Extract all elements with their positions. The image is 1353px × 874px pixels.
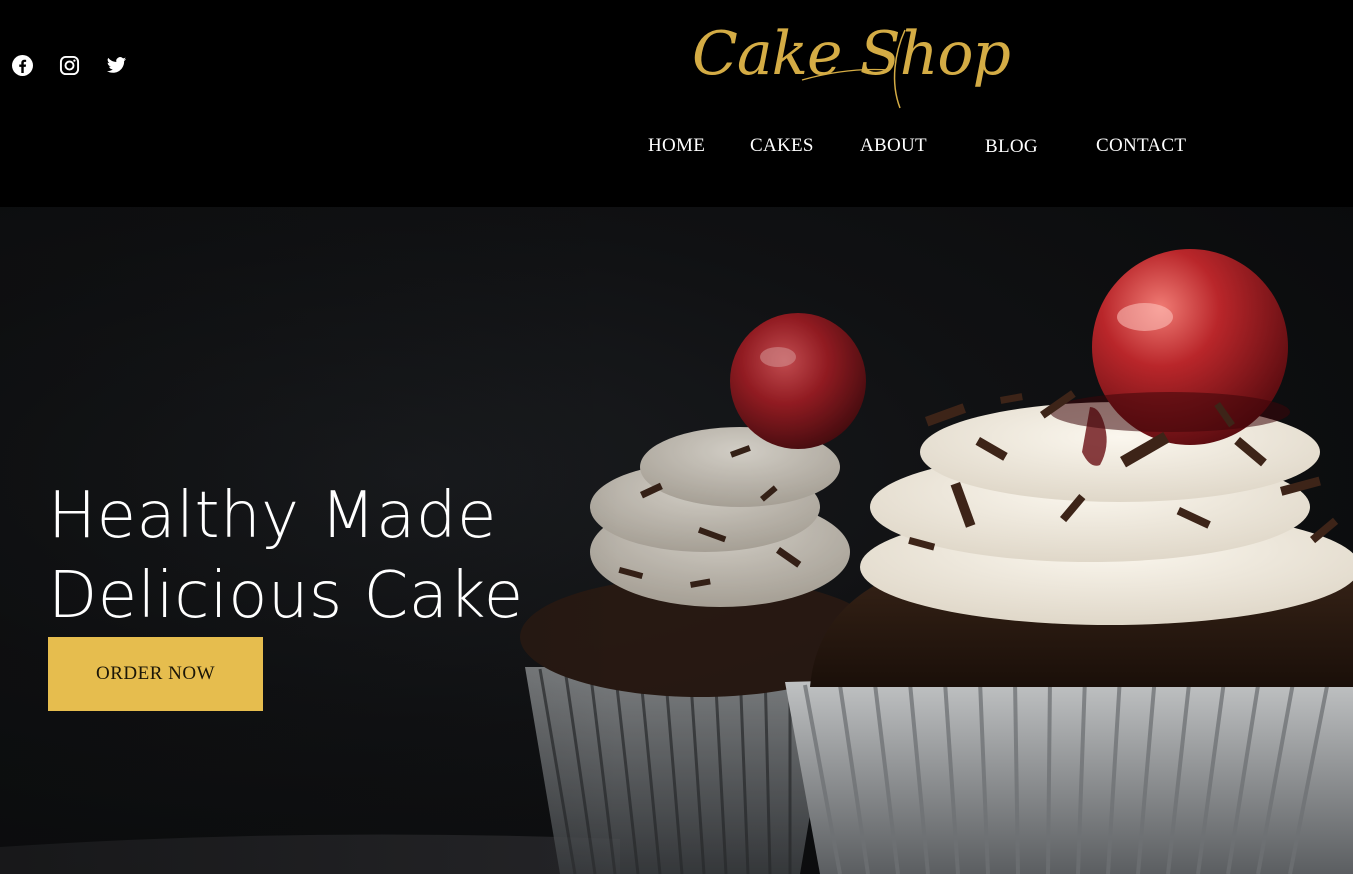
nav-cakes[interactable]: CAKES: [750, 135, 814, 157]
main-nav: HOME CAKES ABOUT BLOG CONTACT: [0, 135, 1353, 159]
hero-title-line2: Delicious Cake: [48, 558, 524, 633]
order-now-button[interactable]: ORDER NOW: [48, 637, 263, 711]
social-links: [12, 55, 127, 76]
nav-home[interactable]: HOME: [648, 135, 705, 157]
nav-about[interactable]: ABOUT: [860, 135, 927, 157]
instagram-icon[interactable]: [59, 55, 80, 76]
site-logo[interactable]: Cake Shop: [690, 12, 1011, 112]
site-header: Cake Shop HOME CAKES ABOUT BLOG CONTACT: [0, 0, 1353, 207]
logo-text: Cake Shop: [692, 19, 1011, 89]
hero-title-line1: Healthy Made: [48, 478, 497, 553]
nav-contact[interactable]: CONTACT: [1096, 135, 1186, 157]
twitter-icon[interactable]: [106, 55, 127, 76]
facebook-icon[interactable]: [12, 55, 33, 76]
hero-title: Healthy Made Delicious Cake: [48, 476, 528, 636]
hero-section: Healthy Made Delicious Cake ORDER NOW: [0, 207, 1353, 874]
nav-blog[interactable]: BLOG: [985, 136, 1038, 158]
